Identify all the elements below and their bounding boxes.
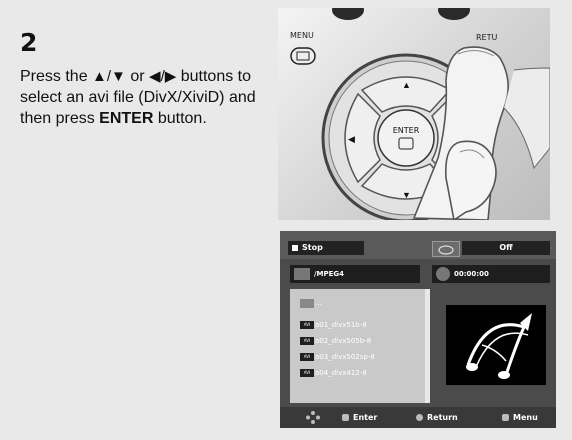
playback-status: Stop bbox=[288, 241, 364, 255]
file-name: a02_divx505b-8 bbox=[315, 337, 372, 345]
instruction-part: Press the bbox=[20, 68, 93, 85]
parent-folder-item[interactable]: ... bbox=[300, 297, 322, 309]
return-icon bbox=[416, 414, 423, 421]
up-down-arrows-icon: ▲/▼ bbox=[92, 68, 126, 85]
menu-button[interactable] bbox=[290, 47, 316, 65]
file-list: ... AVI a01_divx51b-8 AVI a02_divx505b-8 A… bbox=[290, 289, 430, 403]
parent-folder-label: ... bbox=[315, 299, 322, 307]
down-arrow-icon: ▼ bbox=[402, 190, 411, 200]
return-hint: Return bbox=[416, 407, 458, 428]
controls-bar: Enter Return Menu bbox=[280, 407, 556, 428]
enter-icon bbox=[342, 414, 349, 421]
file-name: a01_divx51b-8 bbox=[315, 321, 367, 329]
file-name: a04_divx412-8 bbox=[315, 369, 367, 377]
instruction-part: button. bbox=[153, 110, 207, 127]
menu-icon bbox=[502, 414, 509, 421]
enter-keyword: ENTER bbox=[99, 110, 154, 127]
list-item[interactable]: AVI a04_divx412-8 bbox=[300, 367, 367, 379]
status-text: Stop bbox=[302, 243, 323, 252]
speaker-icon bbox=[294, 268, 310, 280]
menu-label: MENU bbox=[290, 31, 314, 40]
up-arrow-icon: ▲ bbox=[402, 80, 411, 90]
dvd-screen: Stop Off /MPEG4 00:00:00 ... AVI a01_divx… bbox=[280, 231, 556, 428]
enter-hint: Enter bbox=[342, 407, 377, 428]
list-item[interactable]: AVI a01_divx51b-8 bbox=[300, 319, 367, 331]
step-number: 2 bbox=[20, 28, 38, 57]
left-right-arrows-icon: ◀/▶ bbox=[149, 68, 177, 85]
list-item[interactable]: AVI a03_divx502sp-8 bbox=[300, 351, 375, 363]
enter-label: ENTER bbox=[393, 126, 420, 135]
menu-hint: Menu bbox=[502, 407, 538, 428]
folder-path-bar: /MPEG4 bbox=[290, 265, 420, 283]
enter-hint-label: Enter bbox=[353, 413, 378, 422]
time-text: 00:00:00 bbox=[454, 270, 489, 278]
instruction-part: or bbox=[125, 68, 150, 85]
file-name: a03_divx502sp-8 bbox=[315, 353, 375, 361]
list-item[interactable]: AVI a02_divx505b-8 bbox=[300, 335, 371, 347]
repeat-icon bbox=[432, 241, 460, 257]
return-label: RETU bbox=[476, 33, 498, 42]
time-bar: 00:00:00 bbox=[432, 265, 550, 283]
folder-name: /MPEG4 bbox=[314, 270, 345, 278]
menu-hint-label: Menu bbox=[513, 413, 538, 422]
folder-icon bbox=[300, 298, 314, 308]
avi-icon: AVI bbox=[300, 353, 314, 361]
avi-icon: AVI bbox=[300, 369, 314, 377]
stop-icon bbox=[292, 244, 298, 251]
preview-thumbnail bbox=[446, 305, 546, 385]
scrollbar[interactable] bbox=[425, 289, 430, 403]
remote-control-photo: MENU RETU ▲ ▼ ◀ ▶ ENTER bbox=[278, 8, 550, 220]
music-notes-icon bbox=[466, 313, 532, 379]
left-arrow-icon: ◀ bbox=[348, 134, 355, 144]
navigation-arrows-icon bbox=[302, 407, 324, 428]
repeat-status: Off bbox=[462, 241, 550, 255]
remote-control-illustration: MENU RETU ▲ ▼ ◀ ▶ ENTER bbox=[290, 8, 550, 220]
return-hint-label: Return bbox=[427, 413, 458, 422]
avi-icon: AVI bbox=[300, 321, 314, 329]
clock-icon bbox=[436, 267, 450, 281]
avi-icon: AVI bbox=[300, 337, 314, 345]
instruction-text: Press the ▲/▼ or ◀/▶ buttons to select a… bbox=[20, 66, 260, 129]
